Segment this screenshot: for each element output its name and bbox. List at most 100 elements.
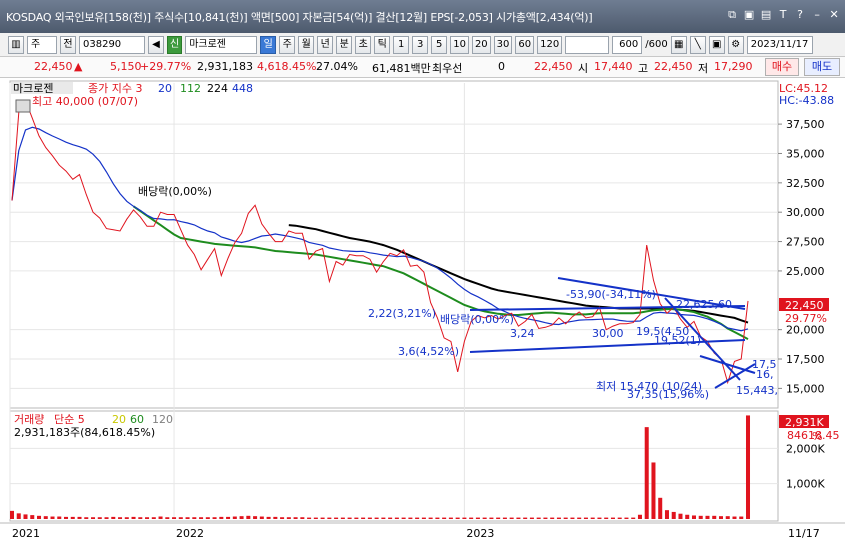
price-change: 5,150 [110, 60, 142, 73]
minimize-icon[interactable]: – [810, 8, 824, 22]
stock-chart[interactable]: 37,500 35,000 32,500 30,000 27,500 25,000 20,0… [0, 78, 845, 547]
interval-3[interactable]: 3 [412, 35, 429, 54]
period-second[interactable]: 초 [355, 35, 372, 54]
sell-button[interactable]: 매도 [804, 58, 840, 76]
period-day[interactable]: 일 [260, 35, 277, 54]
period-tick[interactable]: 틱 [374, 35, 391, 54]
volume-bar [91, 517, 96, 519]
period-year[interactable]: 년 [317, 35, 334, 54]
interval-1[interactable]: 1 [393, 35, 410, 54]
line-tool-icon[interactable]: ╲ [689, 35, 706, 54]
interval-120[interactable]: 120 [537, 35, 563, 54]
volume-bar [57, 516, 62, 519]
ask-price: 22,450 [534, 60, 573, 73]
title-bar: KOSDAQ 외국인보유[158(천)] 주식수[10,841(천)] 액면[5… [0, 0, 845, 33]
volume-bar [111, 516, 116, 519]
count-input[interactable]: 600 [612, 35, 643, 54]
settings-icon[interactable]: ⚙ [727, 35, 744, 54]
annotation-a9: 3,6(4,52%) [398, 345, 459, 358]
volume-bar [536, 517, 541, 519]
volume-bar [280, 517, 285, 519]
volume-bar [394, 517, 399, 519]
grid-icon[interactable]: ▦ [670, 35, 687, 54]
volume-bar [97, 517, 102, 519]
interval-30[interactable]: 30 [493, 35, 513, 54]
price-tick-label: 32,500 [786, 177, 825, 190]
close-icon[interactable]: ✕ [827, 8, 841, 22]
table-icon[interactable] [15, 99, 31, 113]
turnover: 27.04% [316, 60, 358, 73]
volume-tick-label: 2,000K [786, 442, 825, 455]
annotation-a2: 22,625,60 [676, 298, 732, 311]
save-chart-icon[interactable]: ▣ [708, 35, 725, 54]
annotation-a5: 3,24 [510, 327, 535, 340]
volume-bar [732, 516, 737, 519]
volume-bar [550, 517, 555, 519]
save-icon[interactable]: ▣ [742, 8, 756, 22]
volume-bar [442, 517, 447, 519]
volume-pct-sign: % [812, 430, 822, 443]
high-label: 고 [638, 62, 649, 75]
volume-bar [604, 517, 609, 519]
volume-bar [320, 517, 325, 519]
price-tick-label: 27,500 [786, 236, 825, 249]
lock-icon[interactable]: ▤ [759, 8, 773, 22]
interval-60[interactable]: 60 [515, 35, 535, 54]
layout-icon[interactable]: ▥ [8, 35, 24, 54]
interval-5[interactable]: 5 [431, 35, 448, 54]
interval-input[interactable] [565, 35, 610, 54]
volume-tick-label: 1,000K [786, 478, 825, 491]
volume-bar [253, 516, 258, 519]
hc-label: HC:-43.88 [779, 94, 834, 107]
question-icon[interactable]: ? [793, 8, 807, 22]
date-input[interactable]: 2023/11/17 [746, 35, 813, 54]
speaker-icon[interactable]: ◀ [148, 35, 164, 54]
annotation-high: 최고 40,000 (07/07) [32, 95, 138, 108]
annotation-ex-div: 배당락(0,00%) [138, 185, 212, 198]
price-tick-label: 25,000 [786, 265, 825, 278]
volume-bar [651, 462, 656, 519]
volume-value: 2,931,183 [197, 60, 253, 73]
volume-bar [16, 513, 21, 519]
current-price-axis-label: 22,450 [785, 299, 824, 312]
buy-button[interactable]: 매수 [765, 58, 799, 76]
text-icon[interactable]: T [776, 8, 790, 22]
volume-bar [408, 517, 413, 519]
title-bar-icons: ⧉ ▣ ▤ T ? – ✕ [725, 8, 841, 22]
current-pct-axis-label: 29.77% [785, 312, 827, 325]
volume-bar [23, 514, 28, 519]
volume-bar [172, 517, 177, 519]
volume-bar [469, 517, 474, 519]
volume-bar [502, 517, 507, 519]
volume-bar [496, 517, 501, 519]
volume-bar [428, 517, 433, 519]
interval-10[interactable]: 10 [450, 35, 469, 54]
volume-bar [610, 517, 615, 519]
volume-bar [124, 517, 129, 519]
window-restore-icon[interactable]: ⧉ [725, 8, 739, 22]
ma-period-224: 224 [207, 82, 228, 95]
code-input[interactable]: 038290 [79, 35, 145, 54]
volume-bar [232, 516, 237, 519]
volume-bar [624, 517, 629, 519]
price-tick-label: 37,500 [786, 118, 825, 131]
volume-bar [475, 517, 480, 519]
period-month[interactable]: 월 [298, 35, 315, 54]
type-select[interactable]: 주 [27, 35, 57, 54]
year-label: 2023 [466, 527, 494, 540]
period-week[interactable]: 주 [279, 35, 296, 54]
volume-bar [415, 517, 420, 519]
volume-bar [313, 517, 318, 519]
volume-bar [300, 517, 305, 519]
period-minute[interactable]: 분 [336, 35, 353, 54]
interval-20[interactable]: 20 [471, 35, 491, 54]
trade-amount: 61,481백만 [372, 62, 431, 75]
volume-bar [631, 517, 636, 519]
volume-bar [334, 517, 339, 519]
chart-stock-name: 마크로젠 [13, 82, 53, 95]
prev-button[interactable]: 전 [60, 35, 76, 54]
volume-bar [327, 517, 332, 519]
volume-bar [435, 517, 440, 519]
volume-bar [563, 517, 568, 519]
stock-name: 마크로젠 [185, 35, 258, 54]
